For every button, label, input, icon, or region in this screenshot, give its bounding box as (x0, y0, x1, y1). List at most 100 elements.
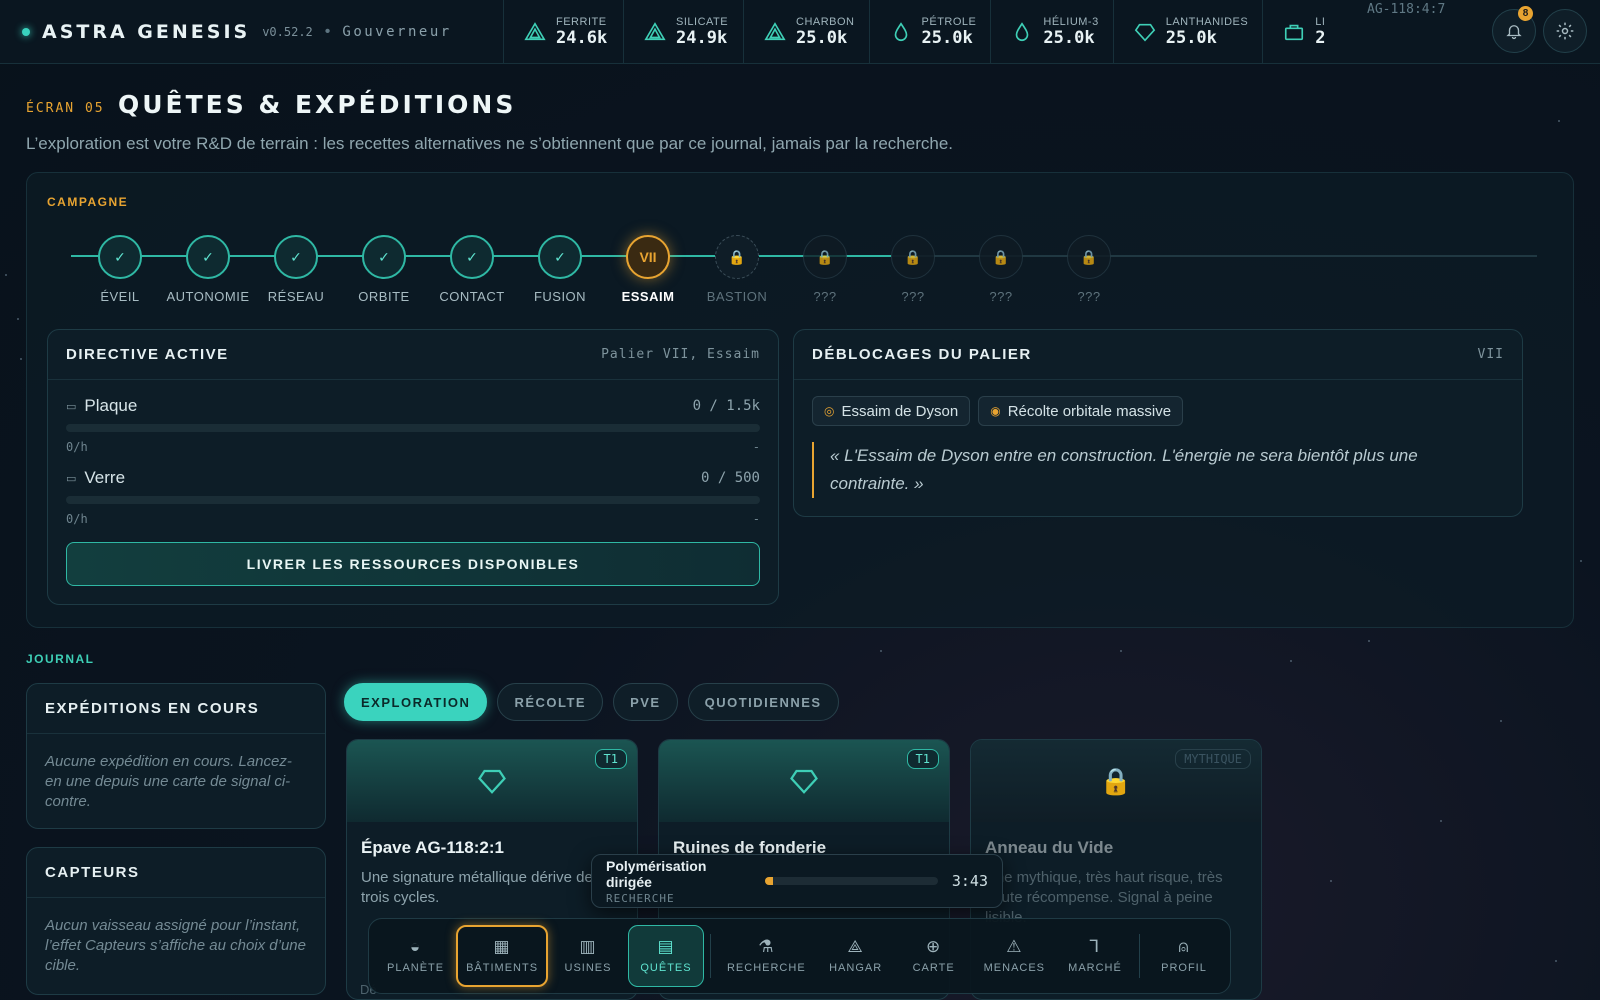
nav-label: PROFIL (1161, 962, 1207, 974)
flask-icon: ⚗ (758, 937, 775, 956)
resource-pétrole[interactable]: PÉTROLE 25.0k (870, 0, 992, 63)
warning-icon: ⚠ (1006, 937, 1023, 956)
factory-icon: ▥ (579, 937, 597, 956)
nav-planète[interactable]: ◒ PLANÈTE (377, 925, 454, 987)
resource-value: 2 (1315, 27, 1326, 48)
unlock-chip-label: Récolte orbitale massive (1007, 402, 1172, 420)
directive-card: DIRECTIVE ACTIVE Palier VII, Essaim ▭ Pla… (47, 329, 779, 605)
requirement-eta: - (752, 512, 760, 526)
tier-badge: T1 (906, 749, 939, 769)
nav-hangar[interactable]: ⟁ HANGAR (818, 925, 894, 987)
nav-quêtes[interactable]: ▤ QUÊTES (628, 925, 704, 987)
step-check-icon: ✓ (274, 235, 318, 279)
bottom-nav: ◒ PLANÈTE ▦ BÂTIMENTS ▥ USINES ▤ QUÊTES ⚗ RE… (368, 918, 1231, 994)
tab-exploration[interactable]: EXPLORATION (344, 683, 488, 721)
requirement-progress (66, 496, 760, 504)
campaign-step[interactable]: 🔒 ??? (1034, 235, 1144, 304)
requirement-verre: ▭ Verre 0 / 500 0/h - (66, 468, 760, 526)
directive-title: DIRECTIVE ACTIVE (66, 346, 229, 363)
expeditions-empty: Aucune expédition en cours. Lancez-en un… (45, 753, 292, 810)
nav-label: MARCHÉ (1068, 962, 1122, 974)
nav-bâtiments[interactable]: ▦ BÂTIMENTS (456, 925, 548, 987)
resource-value: 25.0k (796, 27, 848, 48)
status-dot (22, 27, 30, 36)
crate-icon: ▭ (66, 472, 77, 485)
resource-ferrite[interactable]: FERRITE 24.6k (504, 0, 624, 63)
resource-name: SILICATE (676, 15, 729, 28)
requirement-progress (66, 424, 760, 432)
nav-marché[interactable]: ⅂ MARCHÉ (1057, 925, 1133, 987)
unlock-chip[interactable]: ◉ Récolte orbitale massive (978, 396, 1184, 426)
step-label: ??? (1077, 289, 1101, 304)
resource-li[interactable]: LI 2 (1263, 0, 1383, 63)
step-lock-icon: 🔒 (1067, 235, 1111, 279)
nav-label: BÂTIMENTS (466, 962, 539, 974)
triangle-icon (524, 21, 546, 43)
bell-icon (1506, 25, 1522, 40)
nav-usines[interactable]: ▥ USINES (550, 925, 626, 987)
step-lock-icon: 🔒 (979, 235, 1023, 279)
requirement-name: Verre (84, 468, 126, 487)
nav-menaces[interactable]: ⚠ MENACES (974, 925, 1055, 987)
tab-pve[interactable]: PVE (613, 683, 678, 721)
notifications-button[interactable]: 8 (1492, 6, 1536, 53)
signal-title: Épave AG-118:2:1 (361, 838, 504, 857)
diamond-icon (1134, 21, 1156, 43)
nav-recherche[interactable]: ⚗ RECHERCHE (717, 925, 816, 987)
planet-code: AG-118:4:7 (1367, 2, 1446, 17)
tier-unlocks-card: DÉBLOCAGES DU PALIER VII ◎ Essaim de Dyso… (793, 329, 1523, 517)
sensors-empty: Aucun vaisseau assigné pour l’instant, l… (45, 917, 306, 974)
crate-icon (1283, 21, 1305, 43)
resource-lanthanides[interactable]: LANTHANIDES 25.0k (1114, 0, 1264, 63)
research-toast[interactable]: Polymérisation dirigée RECHERCHE 3:43 (591, 854, 1003, 908)
sensors-title: CAPTEURS (45, 864, 140, 881)
toast-timer: 3:43 (951, 872, 988, 890)
requirement-name: Plaque (84, 396, 138, 415)
resource-value: 25.0k (921, 27, 973, 48)
ship-icon: ⟁ (847, 937, 864, 956)
journal-label: JOURNAL (26, 652, 95, 666)
notification-count: 8 (1518, 6, 1533, 21)
eye-icon: ◉ (990, 404, 1001, 418)
unlocks-title: DÉBLOCAGES DU PALIER (812, 346, 1032, 363)
user-icon: ⍝ (1178, 937, 1190, 956)
resource-value: 24.6k (556, 27, 608, 48)
requirement-eta: - (752, 440, 760, 454)
nav-label: HANGAR (829, 962, 883, 974)
lock-icon: 🔒 (1099, 765, 1133, 796)
step-check-icon: ✓ (450, 235, 494, 279)
toast-title: Polymérisation dirigée (606, 857, 707, 890)
resource-charbon[interactable]: CHARBON 25.0k (744, 0, 870, 63)
scroll-icon: ▤ (657, 937, 675, 956)
step-check-icon: ✓ (538, 235, 582, 279)
resource-silicate[interactable]: SILICATE 24.9k (624, 0, 744, 63)
tier-quote: « L'Essaim de Dyson entre en constructio… (812, 442, 1492, 498)
requirement-plaque: ▭ Plaque 0 / 1.5k 0/h - (66, 396, 760, 454)
nav-label: PLANÈTE (386, 962, 445, 974)
step-lock-icon: 🔒 (715, 235, 759, 279)
signal-title: Ruines de fonderie (673, 838, 827, 857)
resource-hélium-3[interactable]: HÉLIUM-3 25.0k (991, 0, 1114, 63)
brand-separator: • (324, 22, 331, 40)
step-check-icon: ✓ (362, 235, 406, 279)
unlock-chip[interactable]: ◎ Essaim de Dyson (812, 396, 971, 426)
resource-name: LANTHANIDES (1165, 15, 1249, 28)
resource-name: FERRITE (556, 15, 607, 28)
deliver-resources-button[interactable]: LIVRER LES RESSOURCES DISPONIBLES (66, 542, 760, 586)
planet-icon: ◒ (409, 937, 422, 956)
tab-récolte[interactable]: RÉCOLTE (497, 683, 604, 721)
drop-icon (1011, 21, 1033, 43)
requirement-qty: 0 / 500 (700, 470, 760, 486)
settings-button[interactable] (1543, 9, 1587, 53)
directive-meta: Palier VII, Essaim (601, 347, 760, 362)
campaign-panel: CAMPAGNE ✓ ÉVEIL ✓ AUTONOMIE ✓ RÉSEAU ✓ ORB… (26, 172, 1574, 628)
nav-carte[interactable]: ⊕ CARTE (896, 925, 972, 987)
tier-badge: T1 (594, 749, 627, 769)
triangle-icon (764, 21, 786, 43)
step-tier-icon: VII (626, 235, 670, 279)
tab-quotidiennes[interactable]: QUOTIDIENNES (687, 683, 839, 721)
resource-value: 25.0k (1165, 27, 1217, 48)
step-check-icon: ✓ (98, 235, 142, 279)
nav-profil[interactable]: ⍝ PROFIL (1146, 925, 1222, 987)
signal-title: Anneau du Vide (985, 838, 1114, 857)
